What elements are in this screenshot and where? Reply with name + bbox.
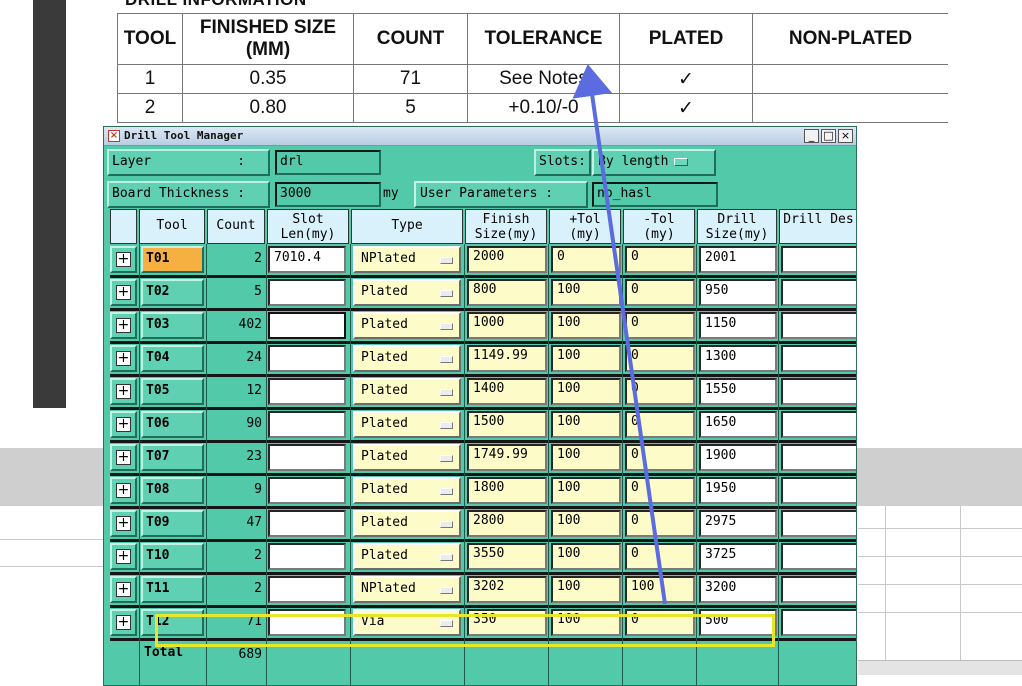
arrow-line: [572, 64, 667, 605]
annotation-arrow: [572, 64, 667, 605]
